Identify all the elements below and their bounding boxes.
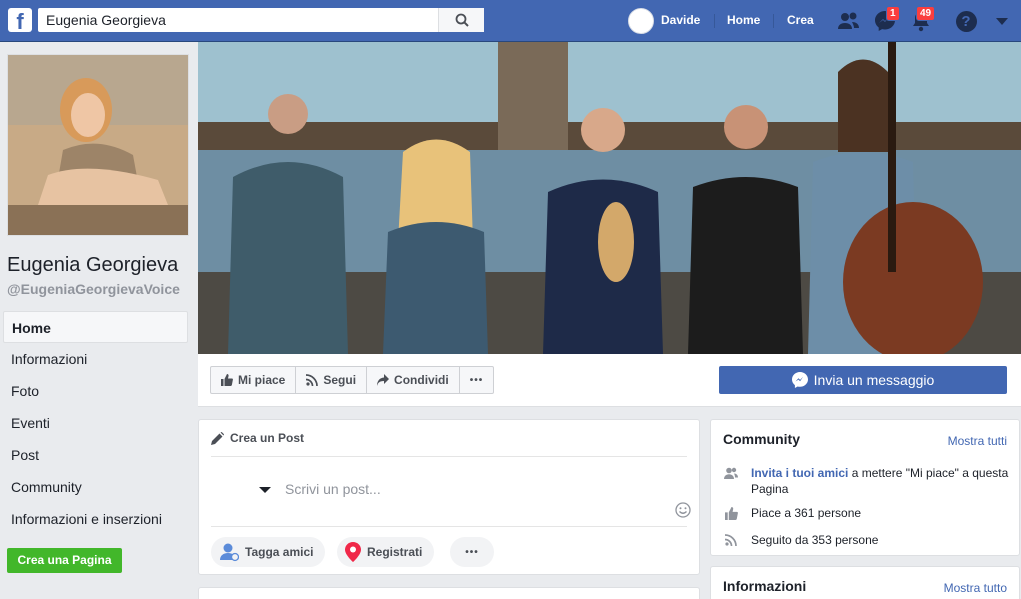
share-arrow-icon: [377, 374, 390, 386]
more-actions-button[interactable]: •••: [460, 367, 494, 393]
friend-requests-icon[interactable]: [837, 9, 861, 33]
page-action-buttons: Mi piace Segui Condividi •••: [210, 366, 495, 394]
follow-page-button[interactable]: Segui: [296, 367, 368, 393]
cover-photo-illustration: [198, 42, 1021, 354]
account-menu-chevron-down-icon[interactable]: [990, 9, 1014, 33]
home-link[interactable]: Home: [727, 13, 760, 27]
sidebar-item-photos[interactable]: Foto: [3, 375, 188, 407]
thumbs-up-icon: [221, 374, 233, 386]
sidebar-item-about[interactable]: Informazioni: [3, 343, 188, 375]
like-page-button[interactable]: Mi piace: [211, 367, 297, 393]
composer-more-button[interactable]: •••: [450, 537, 494, 567]
top-navigation-bar: f Davide Home Crea 1 49 ?: [0, 0, 1021, 42]
post-text-input[interactable]: Scrivi un post...: [285, 481, 381, 497]
divider: [211, 526, 687, 527]
divider: [211, 456, 687, 457]
create-page-button[interactable]: Crea una Pagina: [7, 548, 122, 573]
sidebar-item-home[interactable]: Home: [3, 311, 188, 343]
create-link[interactable]: Crea: [787, 13, 814, 27]
more-dots-icon: •••: [465, 546, 479, 558]
nav-divider: [714, 14, 715, 28]
pencil-icon: [211, 431, 224, 445]
like-label: Mi piace: [238, 373, 286, 387]
sidebar-item-community[interactable]: Community: [3, 471, 188, 503]
page-sidebar-nav: Home Informazioni Foto Eventi Post Commu…: [3, 311, 188, 535]
help-icon[interactable]: ?: [954, 9, 978, 33]
notifications-badge: 49: [916, 6, 936, 21]
sidebar-item-posts[interactable]: Post: [3, 439, 188, 471]
rss-follow-icon: [306, 374, 319, 386]
user-avatar[interactable]: [628, 8, 654, 34]
invite-friends-link[interactable]: Invita i tuoi amici: [751, 466, 848, 480]
send-message-button[interactable]: Invia un messaggio: [719, 366, 1007, 394]
composer-avatar: [217, 478, 247, 508]
community-card: Community Mostra tutti Invita i tuoi ami…: [710, 419, 1020, 556]
messenger-icon: [791, 372, 808, 388]
share-label: Condividi: [394, 373, 449, 387]
nav-divider: [773, 14, 774, 28]
likes-row: Piace a 361 persone: [723, 505, 1013, 521]
post-composer: Crea un Post Scrivi un post... Tagga ami…: [198, 419, 700, 575]
profile-photo-illustration: [8, 55, 188, 235]
about-see-all-link[interactable]: Mostra tutto: [944, 581, 1007, 595]
tag-friends-label: Tagga amici: [245, 545, 314, 559]
invite-friends-row: Invita i tuoi amici a mettere "Mi piace"…: [723, 465, 1013, 497]
search-icon: [455, 13, 469, 27]
search-button[interactable]: [438, 8, 484, 32]
emoji-icon[interactable]: [675, 502, 691, 518]
sidebar-item-info-and-ads[interactable]: Informazioni e inserzioni: [3, 503, 188, 535]
location-pin-icon: [345, 542, 361, 562]
rss-follow-icon: [723, 532, 739, 548]
follows-count-text: Seguito da 353 persone: [751, 533, 879, 547]
facebook-logo-icon[interactable]: f: [8, 8, 32, 32]
follow-label: Segui: [323, 373, 357, 387]
likes-count-text: Piace a 361 persone: [751, 506, 862, 520]
next-feed-card: [198, 587, 700, 599]
search-input[interactable]: [38, 8, 438, 32]
community-title: Community: [723, 431, 800, 447]
tag-friends-button[interactable]: Tagga amici: [211, 537, 326, 567]
post-as-chevron-down-icon[interactable]: [259, 487, 271, 493]
share-page-button[interactable]: Condividi: [367, 367, 460, 393]
more-dots-icon: •••: [469, 374, 484, 386]
page-username[interactable]: @EugeniaGeorgievaVoice: [7, 281, 180, 297]
messages-badge: 1: [886, 6, 900, 21]
tag-friends-icon: [220, 543, 239, 562]
check-in-label: Registrati: [367, 545, 423, 559]
sidebar-item-events[interactable]: Eventi: [3, 407, 188, 439]
invite-friends-icon: [723, 465, 739, 481]
composer-title: Crea un Post: [230, 431, 305, 445]
send-message-label: Invia un messaggio: [813, 372, 935, 388]
page-title: Eugenia Georgieva: [7, 254, 179, 276]
profile-link[interactable]: Davide: [661, 13, 700, 27]
composer-header: Crea un Post: [211, 431, 304, 445]
about-title: Informazioni: [723, 578, 807, 594]
community-see-all-link[interactable]: Mostra tutti: [948, 434, 1007, 448]
check-in-button[interactable]: Registrati: [337, 537, 435, 567]
about-card: Informazioni Mostra tutto: [710, 566, 1020, 599]
follows-row: Seguito da 353 persone: [723, 532, 1013, 548]
cover-photo[interactable]: [198, 42, 1021, 354]
page-profile-picture[interactable]: [7, 54, 189, 236]
thumbs-up-icon: [723, 505, 739, 521]
page-actions-bar: Mi piace Segui Condividi ••• Invia un me…: [198, 354, 1021, 407]
help-glyph: ?: [955, 10, 977, 32]
search-box: [38, 8, 484, 32]
